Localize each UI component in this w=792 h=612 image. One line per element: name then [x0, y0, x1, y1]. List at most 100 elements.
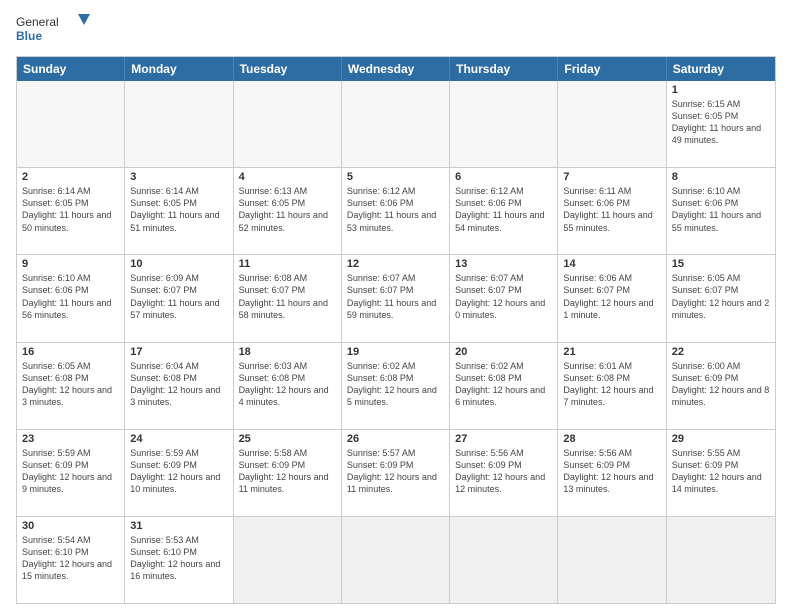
day-info: Sunrise: 6:08 AM Sunset: 6:07 PM Dayligh… [239, 272, 336, 321]
calendar-cell: 13Sunrise: 6:07 AM Sunset: 6:07 PM Dayli… [450, 255, 558, 341]
day-info: Sunrise: 6:01 AM Sunset: 6:08 PM Dayligh… [563, 360, 660, 409]
day-number: 17 [130, 346, 227, 358]
day-info: Sunrise: 6:00 AM Sunset: 6:09 PM Dayligh… [672, 360, 770, 409]
calendar-body: 1Sunrise: 6:15 AM Sunset: 6:05 PM Daylig… [17, 81, 775, 603]
calendar-cell: 25 Sunrise: 5:58 AM Sunset: 6:09 PM Dayli… [234, 430, 342, 516]
day-info: Sunrise: 6:12 AM Sunset: 6:06 PM Dayligh… [347, 185, 444, 234]
calendar-cell: 27Sunrise: 5:56 AM Sunset: 6:09 PM Dayli… [450, 430, 558, 516]
day-info: Sunrise: 6:13 AM Sunset: 6:05 PM Dayligh… [239, 185, 336, 234]
day-info: Sunrise: 6:11 AM Sunset: 6:06 PM Dayligh… [563, 185, 660, 234]
day-number: 6 [455, 171, 552, 183]
calendar-cell [342, 517, 450, 603]
calendar-cell: 12 Sunrise: 6:07 AM Sunset: 6:07 PM Dayli… [342, 255, 450, 341]
calendar-row-1: 2 Sunrise: 6:14 AM Sunset: 6:05 PM Daylig… [17, 167, 775, 254]
weekday-header-wednesday: Wednesday [342, 57, 450, 81]
calendar-cell: 19Sunrise: 6:02 AM Sunset: 6:08 PM Dayli… [342, 343, 450, 429]
svg-text:General: General [16, 15, 59, 29]
calendar-cell: 26 Sunrise: 5:57 AM Sunset: 6:09 PM Dayli… [342, 430, 450, 516]
day-number: 9 [22, 258, 119, 270]
day-number: 31 [130, 520, 227, 532]
day-number: 18 [239, 346, 336, 358]
day-info: Sunrise: 5:53 AM Sunset: 6:10 PM Dayligh… [130, 534, 227, 583]
page: General Blue SundayMondayTuesdayWednesda… [0, 0, 792, 612]
day-info: Sunrise: 6:02 AM Sunset: 6:08 PM Dayligh… [347, 360, 444, 409]
day-info: Sunrise: 6:10 AM Sunset: 6:06 PM Dayligh… [672, 185, 770, 234]
calendar-row-4: 23 Sunrise: 5:59 AM Sunset: 6:09 PM Dayli… [17, 429, 775, 516]
calendar-cell: 4Sunrise: 6:13 AM Sunset: 6:05 PM Daylig… [234, 168, 342, 254]
calendar-cell: 7Sunrise: 6:11 AM Sunset: 6:06 PM Daylig… [558, 168, 666, 254]
calendar-cell: 18 Sunrise: 6:03 AM Sunset: 6:08 PM Dayli… [234, 343, 342, 429]
calendar-cell: 10 Sunrise: 6:09 AM Sunset: 6:07 PM Dayli… [125, 255, 233, 341]
weekday-header-thursday: Thursday [450, 57, 558, 81]
calendar-cell [234, 517, 342, 603]
calendar-cell: 21 Sunrise: 6:01 AM Sunset: 6:08 PM Dayli… [558, 343, 666, 429]
calendar-cell: 20Sunrise: 6:02 AM Sunset: 6:08 PM Dayli… [450, 343, 558, 429]
header: General Blue [16, 12, 776, 48]
day-number: 12 [347, 258, 444, 270]
day-info: Sunrise: 6:10 AM Sunset: 6:06 PM Dayligh… [22, 272, 119, 321]
day-info: Sunrise: 5:55 AM Sunset: 6:09 PM Dayligh… [672, 447, 770, 496]
calendar-cell: 31 Sunrise: 5:53 AM Sunset: 6:10 PM Dayli… [125, 517, 233, 603]
calendar-cell [558, 517, 666, 603]
day-info: Sunrise: 5:59 AM Sunset: 6:09 PM Dayligh… [22, 447, 119, 496]
logo: General Blue [16, 12, 96, 48]
weekday-header-monday: Monday [125, 57, 233, 81]
calendar-cell: 9 Sunrise: 6:10 AM Sunset: 6:06 PM Daylig… [17, 255, 125, 341]
calendar-cell [125, 81, 233, 167]
day-info: Sunrise: 5:56 AM Sunset: 6:09 PM Dayligh… [563, 447, 660, 496]
day-info: Sunrise: 6:12 AM Sunset: 6:06 PM Dayligh… [455, 185, 552, 234]
calendar-cell: 14 Sunrise: 6:06 AM Sunset: 6:07 PM Dayli… [558, 255, 666, 341]
day-number: 27 [455, 433, 552, 445]
day-number: 2 [22, 171, 119, 183]
day-number: 23 [22, 433, 119, 445]
calendar: SundayMondayTuesdayWednesdayThursdayFrid… [16, 56, 776, 604]
day-info: Sunrise: 5:57 AM Sunset: 6:09 PM Dayligh… [347, 447, 444, 496]
day-number: 3 [130, 171, 227, 183]
day-info: Sunrise: 6:09 AM Sunset: 6:07 PM Dayligh… [130, 272, 227, 321]
generalblue-logo-icon: General Blue [16, 12, 96, 48]
calendar-cell [17, 81, 125, 167]
calendar-cell: 22 Sunrise: 6:00 AM Sunset: 6:09 PM Dayli… [667, 343, 775, 429]
calendar-row-3: 16Sunrise: 6:05 AM Sunset: 6:08 PM Dayli… [17, 342, 775, 429]
day-number: 26 [347, 433, 444, 445]
calendar-cell: 24Sunrise: 5:59 AM Sunset: 6:09 PM Dayli… [125, 430, 233, 516]
day-number: 11 [239, 258, 336, 270]
day-number: 22 [672, 346, 770, 358]
calendar-cell [450, 517, 558, 603]
day-info: Sunrise: 6:14 AM Sunset: 6:05 PM Dayligh… [22, 185, 119, 234]
weekday-header-sunday: Sunday [17, 57, 125, 81]
day-number: 29 [672, 433, 770, 445]
weekday-header-saturday: Saturday [667, 57, 775, 81]
day-info: Sunrise: 6:07 AM Sunset: 6:07 PM Dayligh… [347, 272, 444, 321]
calendar-cell: 17Sunrise: 6:04 AM Sunset: 6:08 PM Dayli… [125, 343, 233, 429]
calendar-cell [558, 81, 666, 167]
day-number: 13 [455, 258, 552, 270]
calendar-cell [667, 517, 775, 603]
day-info: Sunrise: 5:54 AM Sunset: 6:10 PM Dayligh… [22, 534, 119, 583]
day-number: 15 [672, 258, 770, 270]
calendar-row-0: 1Sunrise: 6:15 AM Sunset: 6:05 PM Daylig… [17, 81, 775, 167]
day-info: Sunrise: 6:03 AM Sunset: 6:08 PM Dayligh… [239, 360, 336, 409]
day-number: 21 [563, 346, 660, 358]
calendar-header: SundayMondayTuesdayWednesdayThursdayFrid… [17, 57, 775, 81]
calendar-cell: 15 Sunrise: 6:05 AM Sunset: 6:07 PM Dayli… [667, 255, 775, 341]
calendar-cell: 1Sunrise: 6:15 AM Sunset: 6:05 PM Daylig… [667, 81, 775, 167]
calendar-cell: 8 Sunrise: 6:10 AM Sunset: 6:06 PM Daylig… [667, 168, 775, 254]
day-number: 14 [563, 258, 660, 270]
day-info: Sunrise: 6:05 AM Sunset: 6:07 PM Dayligh… [672, 272, 770, 321]
calendar-cell [342, 81, 450, 167]
calendar-cell: 23 Sunrise: 5:59 AM Sunset: 6:09 PM Dayli… [17, 430, 125, 516]
day-info: Sunrise: 6:14 AM Sunset: 6:05 PM Dayligh… [130, 185, 227, 234]
calendar-cell: 5Sunrise: 6:12 AM Sunset: 6:06 PM Daylig… [342, 168, 450, 254]
day-number: 10 [130, 258, 227, 270]
calendar-row-2: 9 Sunrise: 6:10 AM Sunset: 6:06 PM Daylig… [17, 254, 775, 341]
calendar-cell: 3 Sunrise: 6:14 AM Sunset: 6:05 PM Daylig… [125, 168, 233, 254]
day-number: 8 [672, 171, 770, 183]
day-info: Sunrise: 5:58 AM Sunset: 6:09 PM Dayligh… [239, 447, 336, 496]
day-info: Sunrise: 6:06 AM Sunset: 6:07 PM Dayligh… [563, 272, 660, 321]
calendar-cell: 29 Sunrise: 5:55 AM Sunset: 6:09 PM Dayli… [667, 430, 775, 516]
calendar-cell: 6 Sunrise: 6:12 AM Sunset: 6:06 PM Daylig… [450, 168, 558, 254]
day-number: 20 [455, 346, 552, 358]
day-number: 24 [130, 433, 227, 445]
day-number: 25 [239, 433, 336, 445]
